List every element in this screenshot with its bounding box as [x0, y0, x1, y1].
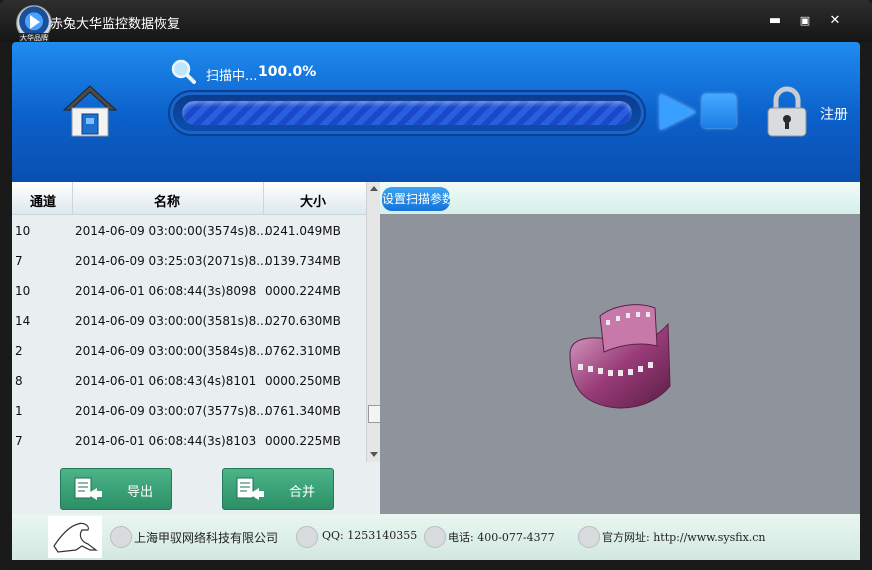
progress-track	[182, 101, 632, 125]
column-header-channel[interactable]: 通道	[30, 191, 56, 210]
scan-progress-bar	[170, 92, 644, 134]
cell-channel: 2	[15, 344, 23, 358]
company-name: 上海甲驭网络科技有限公司	[134, 531, 279, 545]
cell-size: 0761.340MB	[265, 404, 341, 418]
table-row[interactable]: 1 2014-06-09 03:00:07(3577s)8... 0761.34…	[12, 395, 366, 425]
cell-channel: 7	[15, 254, 23, 268]
cell-size: 0000.224MB	[265, 284, 341, 298]
globe-icon	[578, 526, 600, 548]
scan-percent: 100.0%	[258, 64, 317, 80]
header-panel: 扫描中... 100.0% 注册	[12, 42, 860, 182]
cell-name: 2014-06-09 03:00:07(3577s)8...	[75, 404, 268, 418]
home-icon	[62, 85, 118, 137]
cell-name: 2014-06-01 06:08:43(4s)8101	[75, 374, 257, 388]
cell-size: 0762.310MB	[265, 344, 341, 358]
stop-scan-button[interactable]	[702, 94, 736, 128]
app-window: 大华品牌 赤兔大华监控数据恢复 ▬ ▣ ✕ 扫描中... 100.0% 注册 通…	[0, 0, 872, 570]
horse-logo-icon	[48, 516, 102, 558]
footer-bar: 上海甲驭网络科技有限公司 QQ: 1253140355 电话: 400-077-…	[12, 514, 860, 560]
play-logo-icon	[30, 15, 40, 29]
export-icon	[74, 477, 102, 500]
cell-name: 2014-06-09 03:25:03(2071s)8...	[75, 254, 268, 268]
cell-channel: 1	[15, 404, 23, 418]
scroll-down-arrow-icon[interactable]	[370, 452, 378, 457]
export-button-label: 导出	[127, 485, 154, 500]
cell-channel: 10	[15, 284, 31, 298]
table-row[interactable]: 8 2014-06-01 06:08:43(4s)8101 0000.250MB	[12, 365, 366, 395]
maximize-button[interactable]: ▣	[796, 13, 814, 29]
progress-fill	[182, 101, 632, 125]
table-row[interactable]: 10 2014-06-01 06:08:44(3s)8098 0000.224M…	[12, 275, 366, 305]
home-button[interactable]	[62, 82, 118, 140]
merge-button-label: 合并	[289, 485, 316, 500]
table-body: 10 2014-06-09 03:00:00(3574s)8... 0241.0…	[12, 215, 366, 455]
table-row[interactable]: 7 2014-06-01 06:08:44(3s)8103 0000.225MB	[12, 425, 366, 455]
cell-channel: 7	[15, 434, 23, 448]
cell-name: 2014-06-01 06:08:44(3s)8103	[75, 434, 257, 448]
website-link[interactable]: 官方网址: http://www.sysfix.cn	[602, 529, 766, 545]
table-row[interactable]: 10 2014-06-09 03:00:00(3574s)8... 0241.0…	[12, 215, 366, 245]
start-scan-button[interactable]	[660, 94, 696, 130]
cell-size: 0000.250MB	[265, 374, 341, 388]
merge-icon	[236, 477, 264, 500]
company-icon	[110, 526, 132, 548]
table-header: 通道 名称 大小	[12, 182, 366, 215]
search-icon	[171, 59, 196, 84]
column-header-size[interactable]: 大小	[300, 191, 326, 210]
lock-icon[interactable]	[766, 86, 808, 138]
minimize-button[interactable]: ▬	[766, 13, 784, 29]
close-button[interactable]: ✕	[826, 13, 844, 29]
register-link[interactable]: 注册	[820, 104, 848, 124]
cell-size: 0000.225MB	[265, 434, 341, 448]
column-header-name[interactable]: 名称	[154, 191, 180, 210]
cell-name: 2014-06-09 03:00:00(3581s)8...	[75, 314, 268, 328]
app-logo: 大华品牌	[16, 5, 52, 43]
cell-size: 0241.049MB	[265, 224, 341, 238]
cell-channel: 8	[15, 374, 23, 388]
merge-button[interactable]: 合并	[222, 468, 334, 510]
vertical-scrollbar[interactable]	[366, 182, 381, 462]
window-title: 赤兔大华监控数据恢复	[50, 17, 181, 32]
phone-number: 电话: 400-077-4377	[448, 531, 555, 544]
cell-name: 2014-06-09 03:00:00(3574s)8...	[75, 224, 268, 238]
file-list-panel: 通道 名称 大小 10 2014-06-09 03:00:00(3574s)8.…	[12, 182, 381, 514]
column-divider	[263, 182, 264, 214]
table-row[interactable]: 2 2014-06-09 03:00:00(3584s)8... 0762.31…	[12, 335, 366, 365]
qq-icon	[296, 526, 318, 548]
scroll-up-arrow-icon[interactable]	[370, 186, 378, 191]
table-row[interactable]: 14 2014-06-09 03:00:00(3581s)8... 0270.6…	[12, 305, 366, 335]
cell-size: 0270.630MB	[265, 314, 341, 328]
preview-toolbar: 设置扫描参数	[380, 182, 860, 214]
preview-panel: 设置扫描参数	[380, 182, 860, 514]
phone-icon	[424, 526, 446, 548]
cell-name: 2014-06-09 03:00:00(3584s)8...	[75, 344, 268, 358]
film-reel-icon	[569, 304, 671, 409]
table-row[interactable]: 7 2014-06-09 03:25:03(2071s)8... 0139.73…	[12, 245, 366, 275]
cell-size: 0139.734MB	[265, 254, 341, 268]
scan-settings-button[interactable]: 设置扫描参数	[382, 187, 450, 211]
column-divider	[72, 182, 73, 214]
qq-number: QQ: 1253140355	[322, 529, 418, 542]
cell-name: 2014-06-01 06:08:44(3s)8098	[75, 284, 257, 298]
cell-channel: 14	[15, 314, 31, 328]
title-bar[interactable]: 大华品牌 赤兔大华监控数据恢复 ▬ ▣ ✕	[0, 0, 872, 43]
export-button[interactable]: 导出	[60, 468, 172, 510]
cell-channel: 10	[15, 224, 31, 238]
scan-status-label: 扫描中...	[206, 69, 258, 84]
